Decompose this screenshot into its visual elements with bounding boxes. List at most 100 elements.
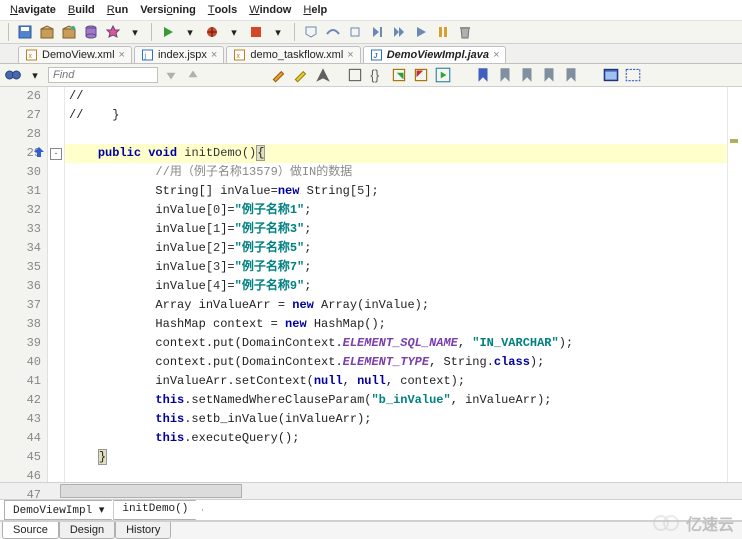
- find-input[interactable]: [48, 67, 158, 83]
- code-line[interactable]: //用（例子名称13579）做IN的数据: [65, 163, 742, 182]
- code-line[interactable]: inValue[4]="例子名称9";: [65, 277, 742, 296]
- line-number[interactable]: 40: [0, 353, 43, 372]
- dropdown-icon[interactable]: ▾: [127, 24, 143, 40]
- code-editor[interactable]: 2627282930313233343536373839404142434445…: [0, 87, 742, 482]
- code-line[interactable]: // }: [65, 106, 742, 125]
- line-number[interactable]: 35: [0, 258, 43, 277]
- trash-icon[interactable]: [457, 24, 473, 40]
- menu-tools[interactable]: Tools: [208, 2, 237, 18]
- debug-icon[interactable]: [204, 24, 220, 40]
- bookmark-next-icon[interactable]: [496, 66, 514, 84]
- tab-index-jspx[interactable]: j index.jspx ×: [134, 46, 224, 63]
- find-dropdown-icon[interactable]: ▾: [26, 66, 44, 84]
- close-icon[interactable]: ×: [211, 49, 217, 61]
- close-icon[interactable]: ×: [119, 49, 125, 61]
- line-number[interactable]: 45: [0, 448, 43, 467]
- crumb-class[interactable]: DemoViewImpl ▾: [4, 500, 119, 520]
- line-number[interactable]: 27: [0, 106, 43, 125]
- link-in-icon[interactable]: [390, 66, 408, 84]
- tab-demoviewimpl-java[interactable]: J DemoViewImpl.java ×: [363, 46, 507, 63]
- line-number[interactable]: 39: [0, 334, 43, 353]
- line-gutter[interactable]: 2627282930313233343536373839404142434445…: [0, 87, 48, 482]
- code-line[interactable]: [65, 467, 742, 482]
- run-dropdown-icon[interactable]: ▾: [182, 24, 198, 40]
- code-line[interactable]: String[] inValue=new String[5];: [65, 182, 742, 201]
- tab-source[interactable]: Source: [2, 522, 59, 539]
- bookmark-icon[interactable]: [474, 66, 492, 84]
- menu-build[interactable]: Build: [68, 2, 95, 18]
- package-alt-icon[interactable]: [61, 24, 77, 40]
- code-line[interactable]: inValue[0]="例子名称1";: [65, 201, 742, 220]
- line-number[interactable]: 32: [0, 201, 43, 220]
- line-number[interactable]: 26: [0, 87, 43, 106]
- line-number[interactable]: 28: [0, 125, 43, 144]
- fold-toggle-icon[interactable]: -: [50, 148, 62, 160]
- brackets-icon[interactable]: {}: [368, 66, 386, 84]
- tab-demo-taskflow-xml[interactable]: x demo_taskflow.xml ×: [226, 46, 360, 63]
- line-number[interactable]: 33: [0, 220, 43, 239]
- menu-versioning[interactable]: Versioning: [140, 2, 196, 18]
- code-line[interactable]: this.setb_inValue(inValueArr);: [65, 410, 742, 429]
- overview-ruler[interactable]: [727, 87, 742, 482]
- code-line[interactable]: this.executeQuery();: [65, 429, 742, 448]
- scrollbar-thumb[interactable]: [60, 484, 242, 498]
- code-line[interactable]: inValueArr.setContext(null, null, contex…: [65, 372, 742, 391]
- preview-icon[interactable]: [602, 66, 620, 84]
- line-number[interactable]: 43: [0, 410, 43, 429]
- stop-icon[interactable]: [248, 24, 264, 40]
- code-line[interactable]: public void initDemo(){: [65, 144, 742, 163]
- menu-window[interactable]: Window: [249, 2, 291, 18]
- code-line[interactable]: this.setNamedWhereClauseParam("b_inValue…: [65, 391, 742, 410]
- navigate-icon[interactable]: [314, 66, 332, 84]
- debug-dropdown-icon[interactable]: ▾: [226, 24, 242, 40]
- ruler-mark[interactable]: [730, 139, 738, 143]
- tab-design[interactable]: Design: [59, 522, 115, 539]
- save-icon[interactable]: [17, 24, 33, 40]
- bookmark-last-icon[interactable]: [562, 66, 580, 84]
- find-prev-icon[interactable]: [184, 66, 202, 84]
- crumb-method[interactable]: initDemo(): [113, 500, 203, 520]
- code-line[interactable]: [65, 125, 742, 144]
- run-inline-icon[interactable]: [434, 66, 452, 84]
- menu-help[interactable]: Help: [303, 2, 327, 18]
- line-number[interactable]: 41: [0, 372, 43, 391]
- tab-history[interactable]: History: [115, 522, 171, 539]
- stop-dropdown-icon[interactable]: ▾: [270, 24, 286, 40]
- close-icon[interactable]: ×: [347, 49, 353, 61]
- line-number[interactable]: 46: [0, 467, 43, 486]
- highlight-icon[interactable]: [270, 66, 288, 84]
- code-line[interactable]: context.put(DomainContext.ELEMENT_SQL_NA…: [65, 334, 742, 353]
- run-icon[interactable]: [160, 24, 176, 40]
- line-number[interactable]: 44: [0, 429, 43, 448]
- step-out-icon[interactable]: [347, 24, 363, 40]
- bookmark-prev-icon[interactable]: [518, 66, 536, 84]
- line-number[interactable]: 42: [0, 391, 43, 410]
- resume-icon[interactable]: [369, 24, 385, 40]
- wizard-icon[interactable]: [105, 24, 121, 40]
- code-line[interactable]: context.put(DomainContext.ELEMENT_TYPE, …: [65, 353, 742, 372]
- pause-icon[interactable]: [435, 24, 451, 40]
- binoculars-icon[interactable]: [4, 66, 22, 84]
- continue-icon[interactable]: [413, 24, 429, 40]
- link-out-icon[interactable]: [412, 66, 430, 84]
- code-line[interactable]: inValue[2]="例子名称5";: [65, 239, 742, 258]
- bookmark-first-icon[interactable]: [540, 66, 558, 84]
- step-into-icon[interactable]: [303, 24, 319, 40]
- line-number[interactable]: 31: [0, 182, 43, 201]
- method-marker-icon[interactable]: [32, 145, 46, 159]
- line-number[interactable]: 34: [0, 239, 43, 258]
- database-icon[interactable]: [83, 24, 99, 40]
- code-line[interactable]: }: [65, 448, 742, 467]
- package-icon[interactable]: [39, 24, 55, 40]
- step-over-icon[interactable]: [325, 24, 341, 40]
- menu-navigate[interactable]: Navigate: [10, 2, 56, 18]
- code-line[interactable]: //: [65, 87, 742, 106]
- find-next-icon[interactable]: [162, 66, 180, 84]
- close-icon[interactable]: ×: [493, 49, 499, 61]
- menu-run[interactable]: Run: [107, 2, 128, 18]
- code-line[interactable]: Array inValueArr = new Array(inValue);: [65, 296, 742, 315]
- line-number[interactable]: 36: [0, 277, 43, 296]
- line-number[interactable]: 37: [0, 296, 43, 315]
- skip-all-icon[interactable]: [391, 24, 407, 40]
- code-line[interactable]: inValue[3]="例子名称7";: [65, 258, 742, 277]
